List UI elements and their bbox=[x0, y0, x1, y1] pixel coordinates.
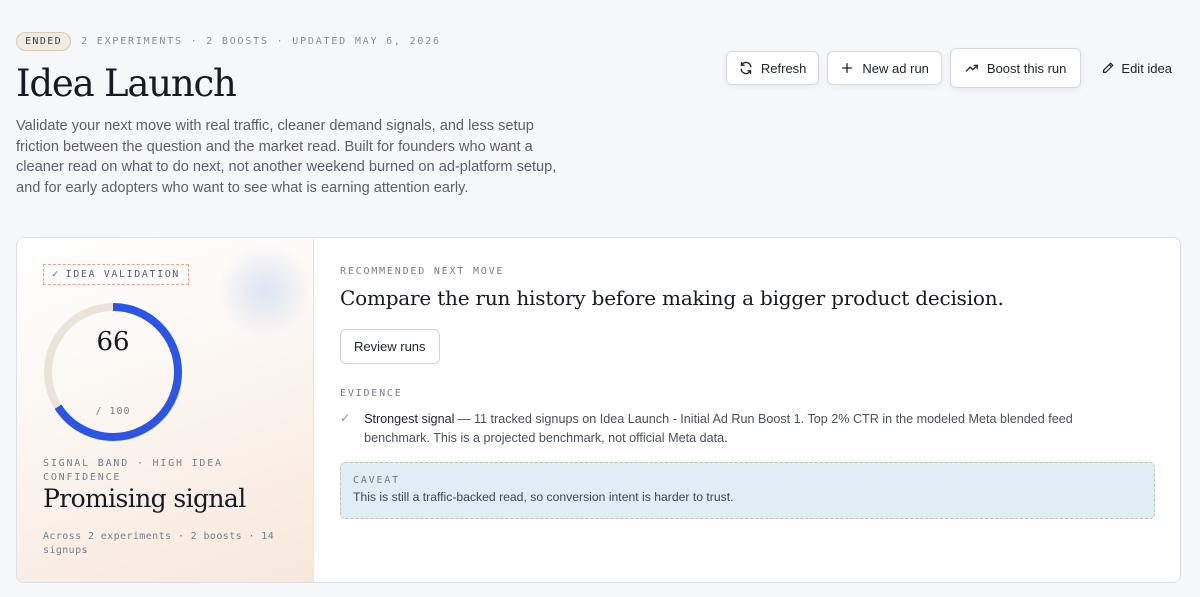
refresh-label: Refresh bbox=[760, 60, 807, 76]
trend-up-icon bbox=[965, 61, 979, 75]
pencil-icon bbox=[1101, 61, 1115, 75]
signal-band-label: SIGNAL BAND · HIGH IDEA CONFIDENCE bbox=[43, 458, 223, 483]
evidence-text: Strongest signal — 11 tracked signups on… bbox=[364, 410, 1120, 448]
decorative-glow bbox=[217, 243, 312, 338]
evidence-strong: Strongest signal bbox=[364, 412, 455, 426]
check-icon: ✓ bbox=[340, 411, 351, 425]
caveat-box: CAVEAT This is still a traffic-backed re… bbox=[340, 462, 1155, 519]
edit-idea-button[interactable]: Edit idea bbox=[1089, 61, 1178, 76]
idea-validation-tag: ✓ IDEA VALIDATION bbox=[43, 264, 189, 285]
recommendation-label: RECOMMENDED NEXT MOVE bbox=[340, 266, 505, 277]
score-footnote: Across 2 experiments · 2 boosts · 14 sig… bbox=[43, 531, 275, 556]
page-description: Validate your next move with real traffi… bbox=[16, 118, 557, 196]
review-runs-button[interactable]: Review runs bbox=[340, 329, 440, 364]
idea-validation-label: IDEA VALIDATION bbox=[65, 269, 180, 280]
evidence-item: ✓ Strongest signal — 11 tracked signups … bbox=[340, 410, 1120, 448]
refresh-button[interactable]: Refresh bbox=[725, 51, 820, 85]
boost-run-label: Boost this run bbox=[986, 60, 1067, 76]
new-ad-run-button[interactable]: New ad run bbox=[827, 51, 942, 85]
score-gauge-ring bbox=[44, 303, 182, 441]
recommendation-title: Compare the run history before making a … bbox=[340, 286, 1004, 310]
signal-band-title: Promising signal bbox=[43, 484, 246, 513]
refresh-icon bbox=[739, 61, 753, 75]
plus-icon bbox=[840, 61, 854, 75]
validation-card: ✓ IDEA VALIDATION 66 / 100 SIGNAL BAND ·… bbox=[16, 237, 1181, 583]
score-value: 66 bbox=[96, 327, 130, 357]
status-badge: ENDED bbox=[16, 32, 72, 51]
caveat-text: This is still a traffic-backed read, so … bbox=[353, 490, 734, 504]
evidence-detail: — 11 tracked signups on Idea Launch - In… bbox=[364, 412, 1073, 445]
new-ad-run-label: New ad run bbox=[862, 60, 929, 76]
boost-run-button[interactable]: Boost this run bbox=[949, 48, 1082, 88]
caveat-label: CAVEAT bbox=[353, 475, 400, 486]
meta-summary: 2 EXPERIMENTS · 2 BOOSTS · UPDATED MAY 6… bbox=[81, 36, 441, 47]
recommendation-panel: RECOMMENDED NEXT MOVE Compare the run hi… bbox=[314, 238, 1180, 582]
page-title: Idea Launch bbox=[16, 62, 237, 105]
header-actions: Refresh New ad run Boost this run Edit i… bbox=[725, 48, 1178, 88]
check-icon: ✓ bbox=[52, 269, 60, 280]
score-panel: ✓ IDEA VALIDATION 66 / 100 SIGNAL BAND ·… bbox=[17, 238, 314, 582]
evidence-label: EVIDENCE bbox=[340, 388, 403, 399]
edit-idea-label: Edit idea bbox=[1121, 60, 1172, 76]
score-gauge: 66 / 100 bbox=[43, 302, 183, 442]
score-max: / 100 bbox=[95, 406, 131, 417]
meta-row: ENDED 2 EXPERIMENTS · 2 BOOSTS · UPDATED… bbox=[16, 32, 441, 51]
